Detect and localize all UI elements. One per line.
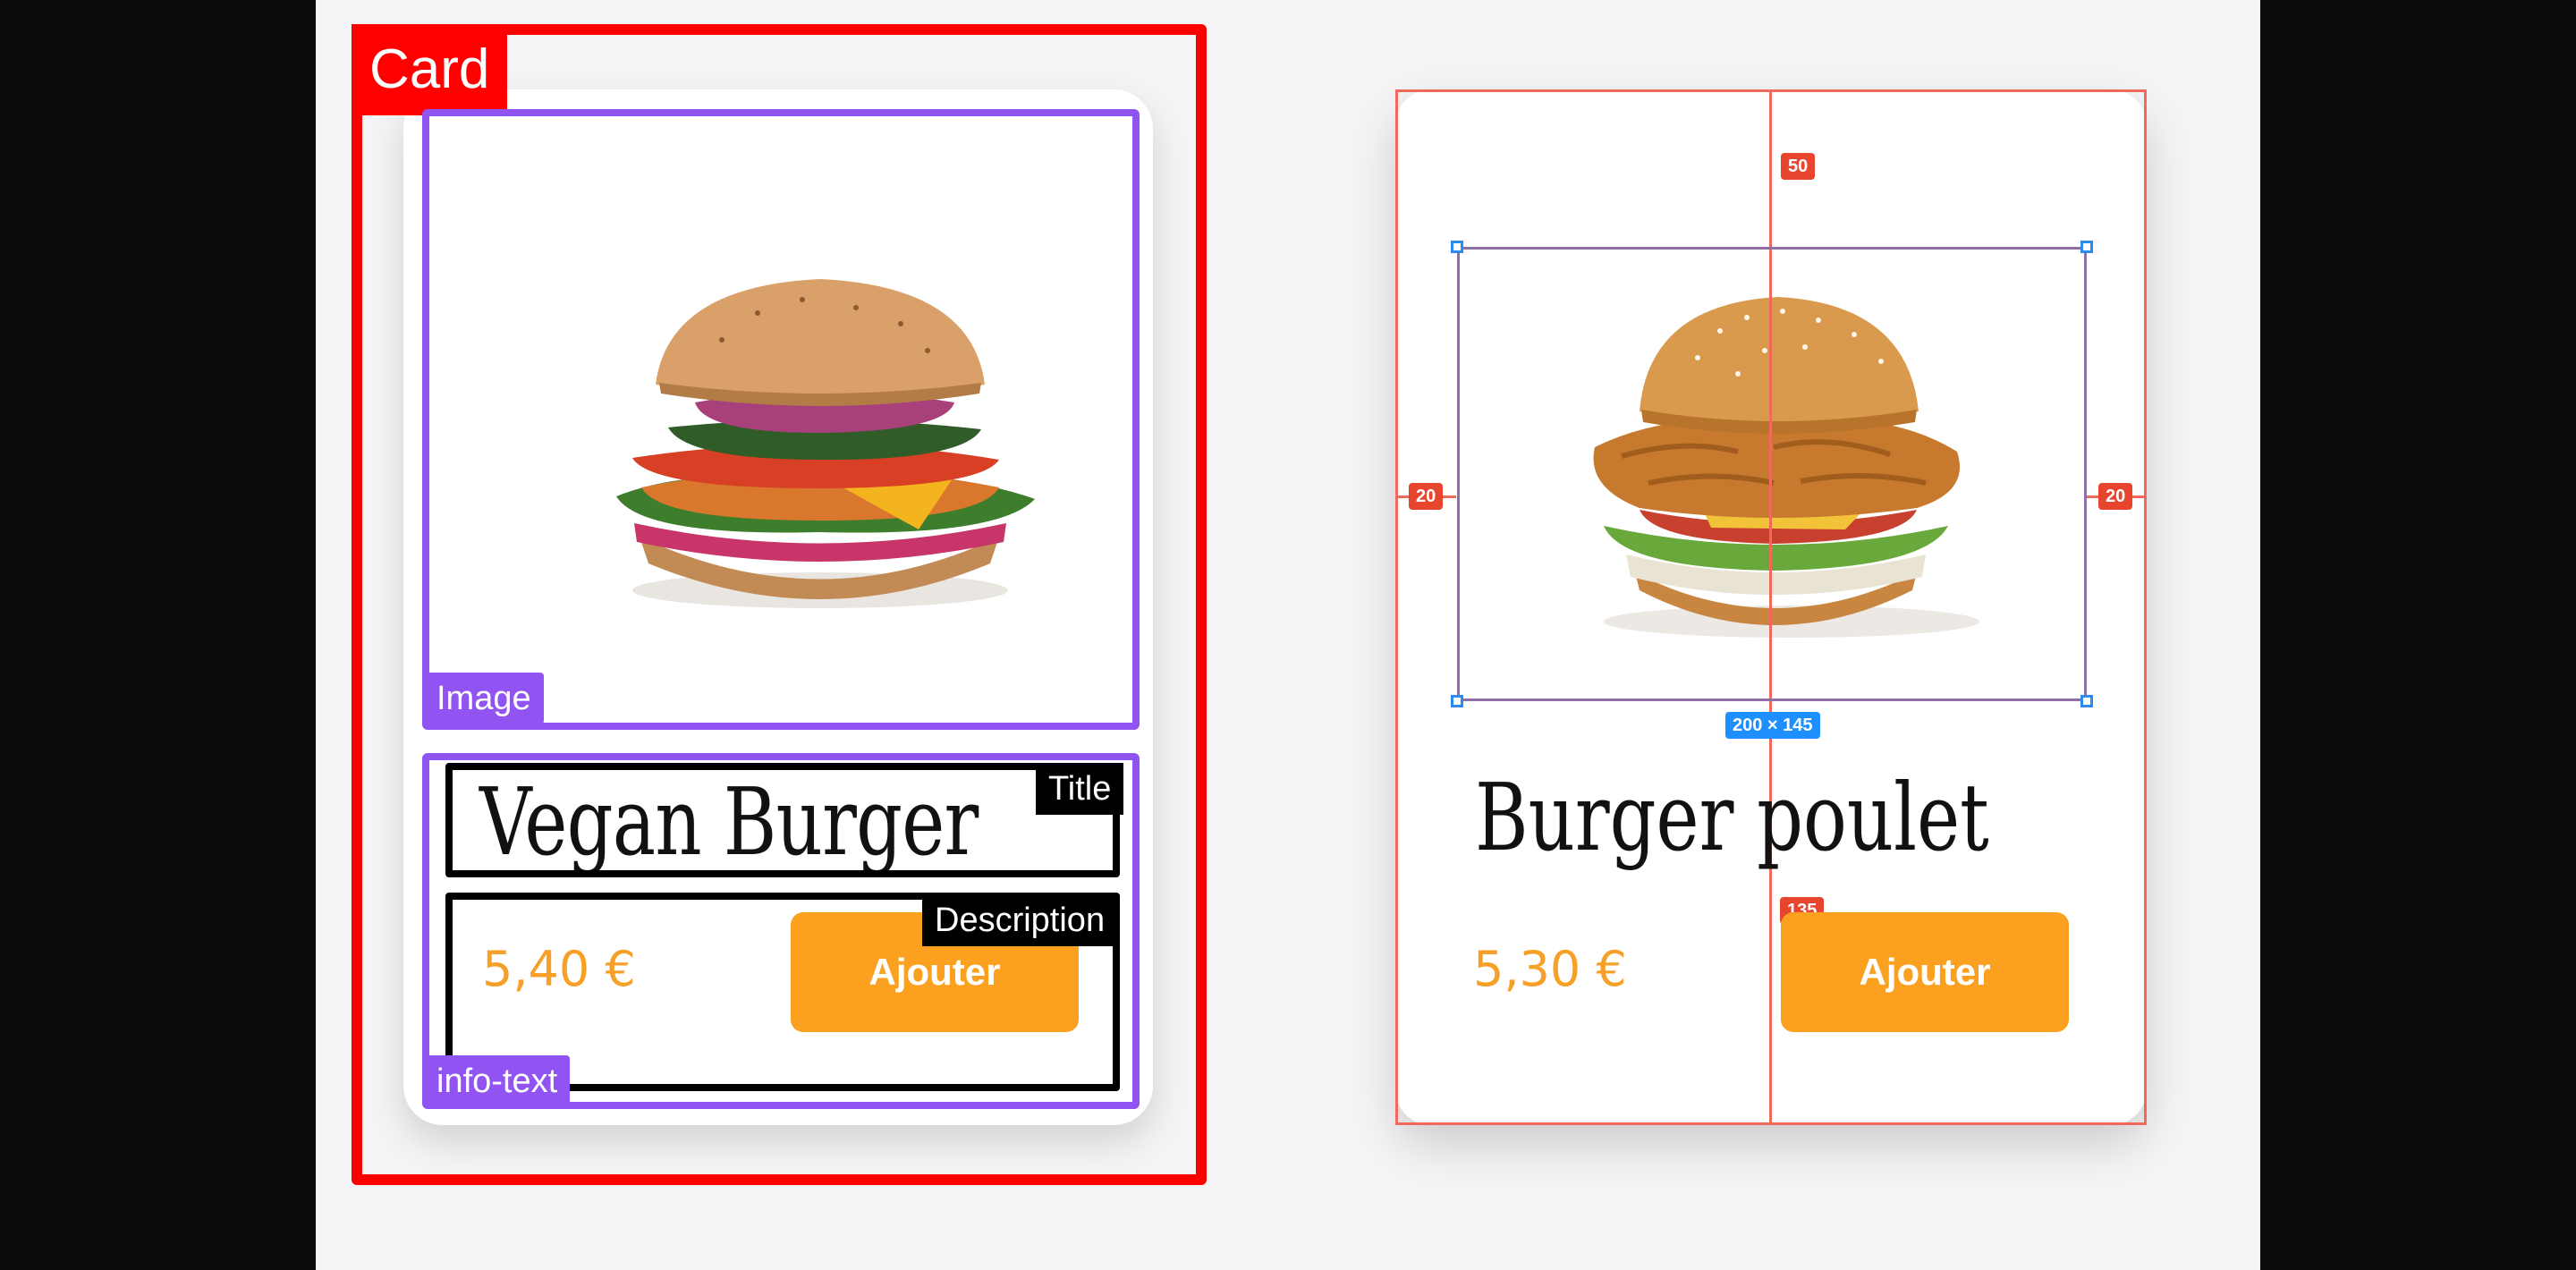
- top-spacing-badge: 50: [1781, 153, 1816, 180]
- add-to-cart-button[interactable]: Ajouter: [1781, 912, 2069, 1032]
- resize-handle-top-left[interactable]: [1451, 241, 1463, 253]
- resize-handle-bottom-left[interactable]: [1451, 695, 1463, 707]
- resize-handle-bottom-right[interactable]: [2080, 695, 2093, 707]
- left-spacing-badge: 20: [1409, 483, 1444, 510]
- title-annotation-frame: [445, 763, 1120, 877]
- info-text-annotation-tag: info-text: [424, 1055, 571, 1107]
- image-size-badge: 200 × 145: [1725, 712, 1820, 739]
- design-canvas: Card Image Vegan Burger Title 5,40 € Ajo…: [316, 0, 2260, 1270]
- title-annotation-tag: Title: [1036, 763, 1124, 815]
- card-annotation-tag: Card: [352, 24, 508, 115]
- image-annotation-frame: [422, 109, 1140, 730]
- description-annotation-tag: Description: [922, 894, 1118, 946]
- right-spacing-badge: 20: [2098, 483, 2133, 510]
- card-price: 5,30 €: [1473, 941, 1627, 997]
- resize-handle-top-right[interactable]: [2080, 241, 2093, 253]
- image-annotation-tag: Image: [424, 673, 544, 724]
- card-title: Burger poulet: [1475, 763, 1989, 872]
- image-selection-box[interactable]: [1457, 247, 2087, 701]
